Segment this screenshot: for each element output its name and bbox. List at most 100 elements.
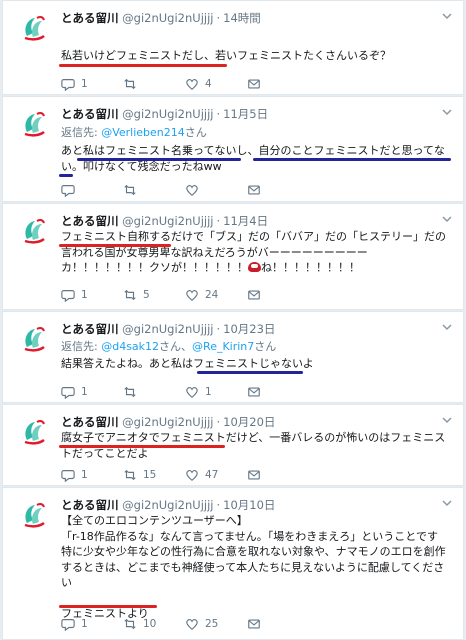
like-button[interactable]: 4 [185, 77, 247, 91]
like-button[interactable] [185, 183, 247, 197]
like-count: 4 [205, 78, 212, 90]
reply-icon [61, 77, 75, 91]
avatar[interactable] [17, 214, 51, 248]
tweet-header: とある留川 @gi2nUgi2nUjjjj · 11月5日 [61, 106, 268, 122]
reply-count: 1 [81, 469, 88, 481]
tweet-text: 私若いけどフェミニストだし、若いフェミニストたくさんいるぞ？ [61, 49, 391, 62]
reply-button[interactable]: 1 [61, 385, 123, 399]
underline-mark [77, 158, 241, 161]
underline-mark [59, 174, 73, 177]
profile-logo-icon [17, 322, 51, 356]
chevron-down-icon[interactable] [441, 321, 453, 333]
display-name[interactable]: とある留川 [61, 498, 119, 512]
chevron-down-icon[interactable] [441, 10, 453, 22]
handle[interactable]: @gi2nUgi2nUjjjj [122, 107, 213, 121]
tweet-header: とある留川 @gi2nUgi2nUjjjj · 10月20日 [61, 414, 275, 430]
reply-count: 1 [81, 386, 88, 398]
tweet[interactable]: とある留川 @gi2nUgi2nUjjjj · 10月20日 腐女子でアニオタでフェ… [2, 404, 464, 486]
tweet[interactable]: とある留川 @gi2nUgi2nUjjjj · 11月4日 フェミニスト自称するだけ… [2, 203, 464, 310]
heart-icon [185, 288, 199, 302]
handle[interactable]: @gi2nUgi2nUjjjj [122, 214, 213, 228]
display-name[interactable]: とある留川 [61, 214, 119, 228]
like-button[interactable]: 24 [185, 288, 247, 302]
tweet-actions [61, 183, 309, 197]
avatar[interactable] [17, 11, 51, 45]
avatar[interactable] [17, 415, 51, 449]
tweet-actions: 1 4 [61, 77, 309, 91]
timestamp[interactable]: 10月23日 [223, 322, 275, 336]
heart-icon [185, 385, 199, 399]
underline-mark [59, 64, 227, 67]
dm-button[interactable] [247, 288, 309, 302]
reply-icon [61, 288, 75, 302]
retweet-button[interactable]: 10 [123, 617, 185, 631]
handle[interactable]: @gi2nUgi2nUjjjj [122, 322, 213, 336]
chevron-down-icon[interactable] [441, 106, 453, 118]
tweet-header: とある留川 @gi2nUgi2nUjjjj · 11月4日 [61, 213, 268, 229]
dm-button[interactable] [247, 385, 309, 399]
timestamp[interactable]: 10月10日 [223, 498, 275, 512]
reply-prefix: 返信先: [61, 340, 98, 353]
display-name[interactable]: とある留川 [61, 11, 119, 25]
timestamp[interactable]: 14時間 [223, 11, 261, 25]
envelope-icon [247, 617, 261, 631]
retweet-icon [123, 385, 137, 399]
underline-mark [59, 605, 157, 608]
timestamp[interactable]: 10月20日 [223, 415, 275, 429]
reply-button[interactable]: 1 [61, 468, 123, 482]
avatar[interactable] [17, 322, 51, 356]
reply-icon [61, 617, 75, 631]
reply-to-user-link[interactable]: @d4sak12 [101, 340, 159, 353]
envelope-icon [247, 385, 261, 399]
reply-to-user-link[interactable]: @Verlieben214 [101, 126, 185, 139]
chevron-down-icon[interactable] [441, 213, 453, 225]
dm-button[interactable] [247, 183, 309, 197]
handle[interactable]: @gi2nUgi2nUjjjj [122, 415, 213, 429]
timestamp[interactable]: 11月4日 [223, 214, 268, 228]
retweet-icon [123, 617, 137, 631]
display-name[interactable]: とある留川 [61, 107, 119, 121]
retweet-count: 15 [143, 469, 157, 481]
underline-mark [197, 371, 303, 374]
underline-mark [59, 244, 171, 247]
handle[interactable]: @gi2nUgi2nUjjjj [122, 498, 213, 512]
retweet-button[interactable]: 5 [123, 288, 185, 302]
display-name[interactable]: とある留川 [61, 415, 119, 429]
dm-button[interactable] [247, 77, 309, 91]
retweet-count: 10 [143, 618, 157, 630]
chevron-down-icon[interactable] [441, 414, 453, 426]
reply-prefix: 返信先: [61, 126, 98, 139]
tweet[interactable]: とある留川 @gi2nUgi2nUjjjj · 10月23日 返信先: @d4sak… [2, 311, 464, 403]
reply-button[interactable] [61, 183, 123, 197]
tweet[interactable]: とある留川 @gi2nUgi2nUjjjj · 10月10日 【全てのエロコンテンツ… [2, 487, 464, 640]
separator-dot: · [216, 322, 221, 336]
profile-logo-icon [17, 107, 51, 141]
dm-button[interactable] [247, 468, 309, 482]
timestamp[interactable]: 11月5日 [223, 107, 268, 121]
tweet[interactable]: とある留川 @gi2nUgi2nUjjjj · 14時間 私若いけどフェミニストだし… [2, 0, 464, 95]
reply-to-user-link-2[interactable]: @Re_Kirin7 [192, 340, 254, 353]
envelope-icon [247, 77, 261, 91]
avatar[interactable] [17, 498, 51, 532]
display-name[interactable]: とある留川 [61, 322, 119, 336]
handle[interactable]: @gi2nUgi2nUjjjj [122, 11, 213, 25]
chevron-down-icon[interactable] [441, 497, 453, 509]
retweet-button[interactable] [123, 385, 185, 399]
like-button[interactable]: 47 [185, 468, 247, 482]
avatar[interactable] [17, 107, 51, 141]
retweet-button[interactable] [123, 77, 185, 91]
retweet-button[interactable]: 15 [123, 468, 185, 482]
like-button[interactable]: 25 [185, 617, 247, 631]
reply-button[interactable]: 1 [61, 617, 123, 631]
underline-mark [59, 445, 225, 448]
separator-dot: · [216, 498, 221, 512]
reply-button[interactable]: 1 [61, 77, 123, 91]
tweet[interactable]: とある留川 @gi2nUgi2nUjjjj · 11月5日 返信先: @Verlie… [2, 96, 464, 202]
separator-dot: · [216, 107, 221, 121]
profile-logo-icon [17, 214, 51, 248]
dm-button[interactable] [247, 617, 309, 631]
retweet-button[interactable] [123, 183, 185, 197]
envelope-icon [247, 288, 261, 302]
like-button[interactable]: 1 [185, 385, 247, 399]
reply-button[interactable]: 1 [61, 288, 123, 302]
